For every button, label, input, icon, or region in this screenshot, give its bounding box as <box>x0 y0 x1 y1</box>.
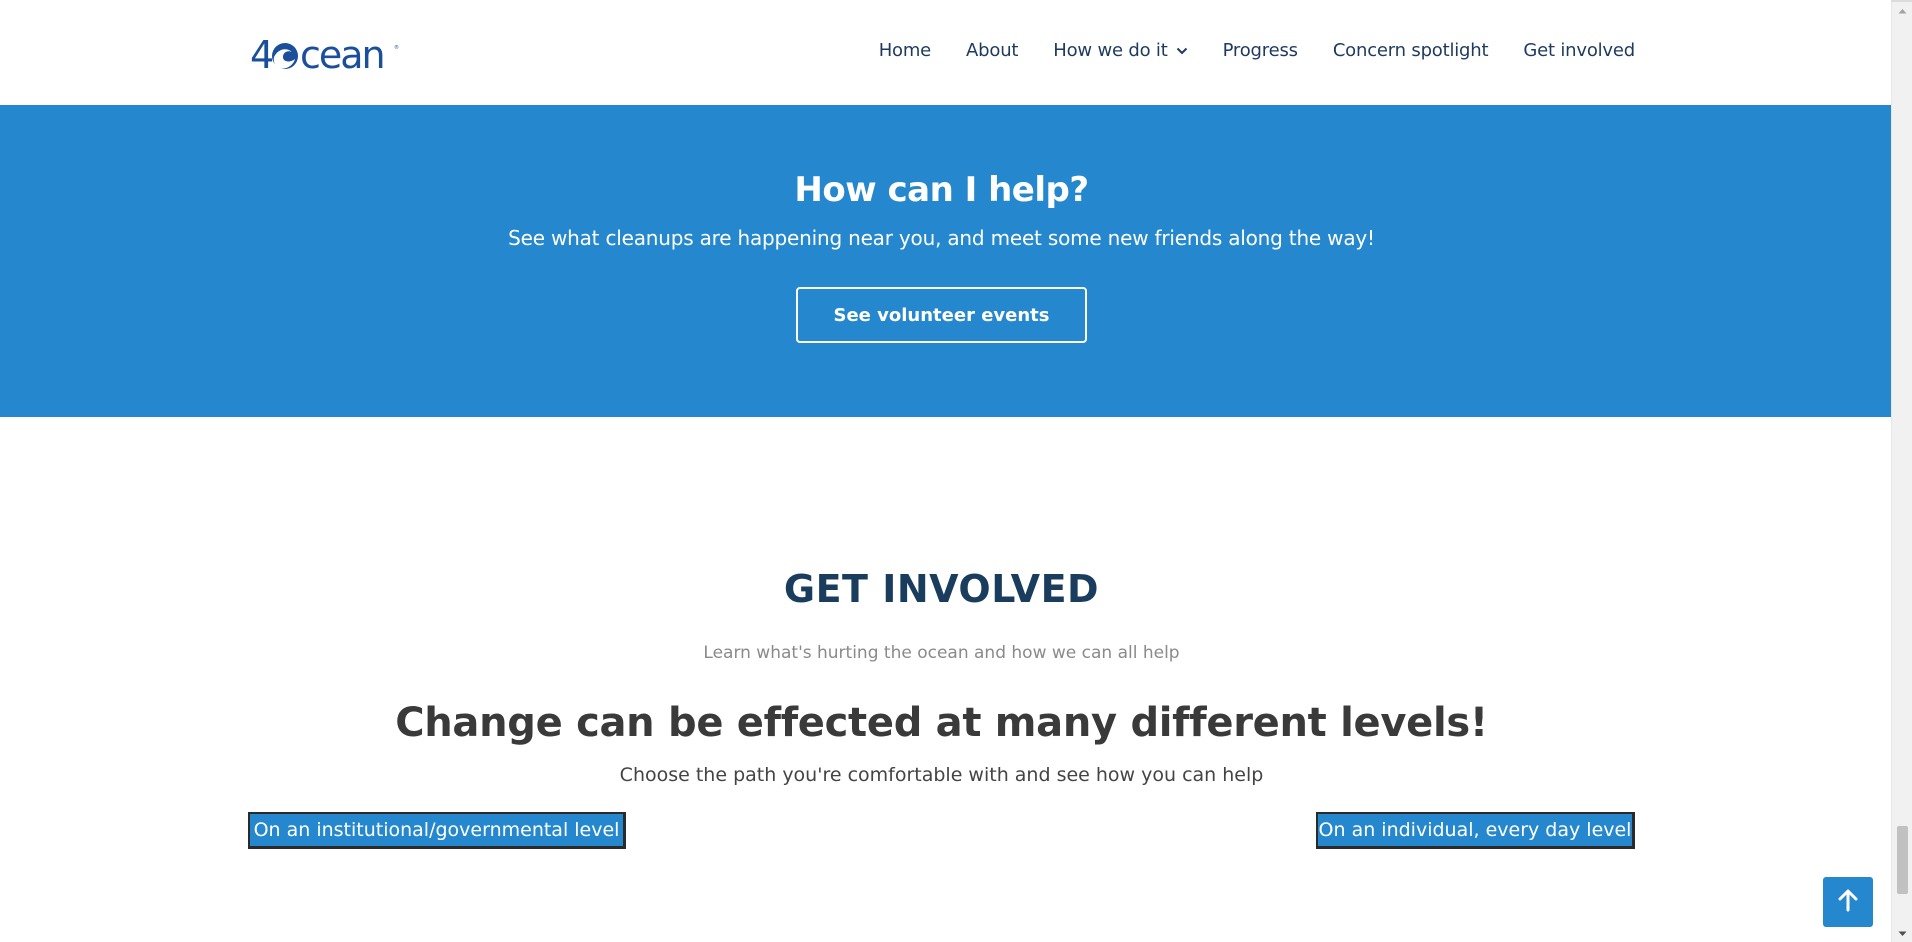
institutional-level-button[interactable]: On an institutional/governmental level <box>248 812 626 849</box>
nav-home[interactable]: Home <box>878 40 932 61</box>
nav-concern-spotlight-label: Concern spotlight <box>1332 40 1489 61</box>
nav-how-we-do-it-label: How we do it <box>1053 40 1168 61</box>
nav-concern-spotlight[interactable]: Concern spotlight <box>1333 40 1489 61</box>
change-levels-subtitle: Choose the path you're comfortable with … <box>619 764 1264 786</box>
help-hero-section: How can I help? See what cleanups are ha… <box>0 105 1891 417</box>
scrollbar-thumb[interactable] <box>1897 826 1908 894</box>
see-volunteer-events-button[interactable]: See volunteer events <box>796 287 1087 343</box>
nav-get-involved-label: Get involved <box>1523 40 1635 61</box>
vertical-scrollbar[interactable] <box>1891 2 1912 942</box>
nav-progress-label: Progress <box>1222 40 1298 61</box>
nav-home-label: Home <box>878 40 932 61</box>
nav-how-we-do-it[interactable]: How we do it <box>1053 40 1187 61</box>
logo-mark: 4 cean ® <box>250 35 399 75</box>
nav-get-involved[interactable]: Get involved <box>1523 40 1635 61</box>
get-involved-title: GET INVOLVED <box>783 567 1100 611</box>
nav-about-label: About <box>966 40 1019 61</box>
page: 4 cean ® Home About How we do it Progres… <box>0 0 1891 942</box>
individual-level-button[interactable]: On an individual, every day level <box>1316 812 1635 849</box>
scroll-up-arrow-icon[interactable] <box>1892 2 1912 19</box>
site-header: 4 cean ® Home About How we do it Progres… <box>0 2 1891 105</box>
back-to-top-button[interactable] <box>1823 877 1873 927</box>
svg-text:cean: cean <box>300 35 384 75</box>
chevron-down-icon <box>1176 47 1188 55</box>
get-involved-subtitle: Learn what's hurting the ocean and how w… <box>703 643 1180 663</box>
change-levels-heading: Change can be effected at many different… <box>395 700 1488 746</box>
hero-subtitle: See what cleanups are happening near you… <box>508 226 1375 250</box>
nav-about[interactable]: About <box>966 40 1018 61</box>
arrow-up-icon <box>1837 888 1859 917</box>
scroll-down-arrow-icon[interactable] <box>1892 925 1912 942</box>
site-logo[interactable]: 4 cean ® <box>250 32 400 78</box>
main-nav: Home About How we do it Progress Concern… <box>844 40 1636 61</box>
hero-title: How can I help? <box>794 170 1089 210</box>
nav-progress[interactable]: Progress <box>1223 40 1298 61</box>
svg-text:4: 4 <box>250 35 273 75</box>
svg-text:®: ® <box>394 44 399 51</box>
